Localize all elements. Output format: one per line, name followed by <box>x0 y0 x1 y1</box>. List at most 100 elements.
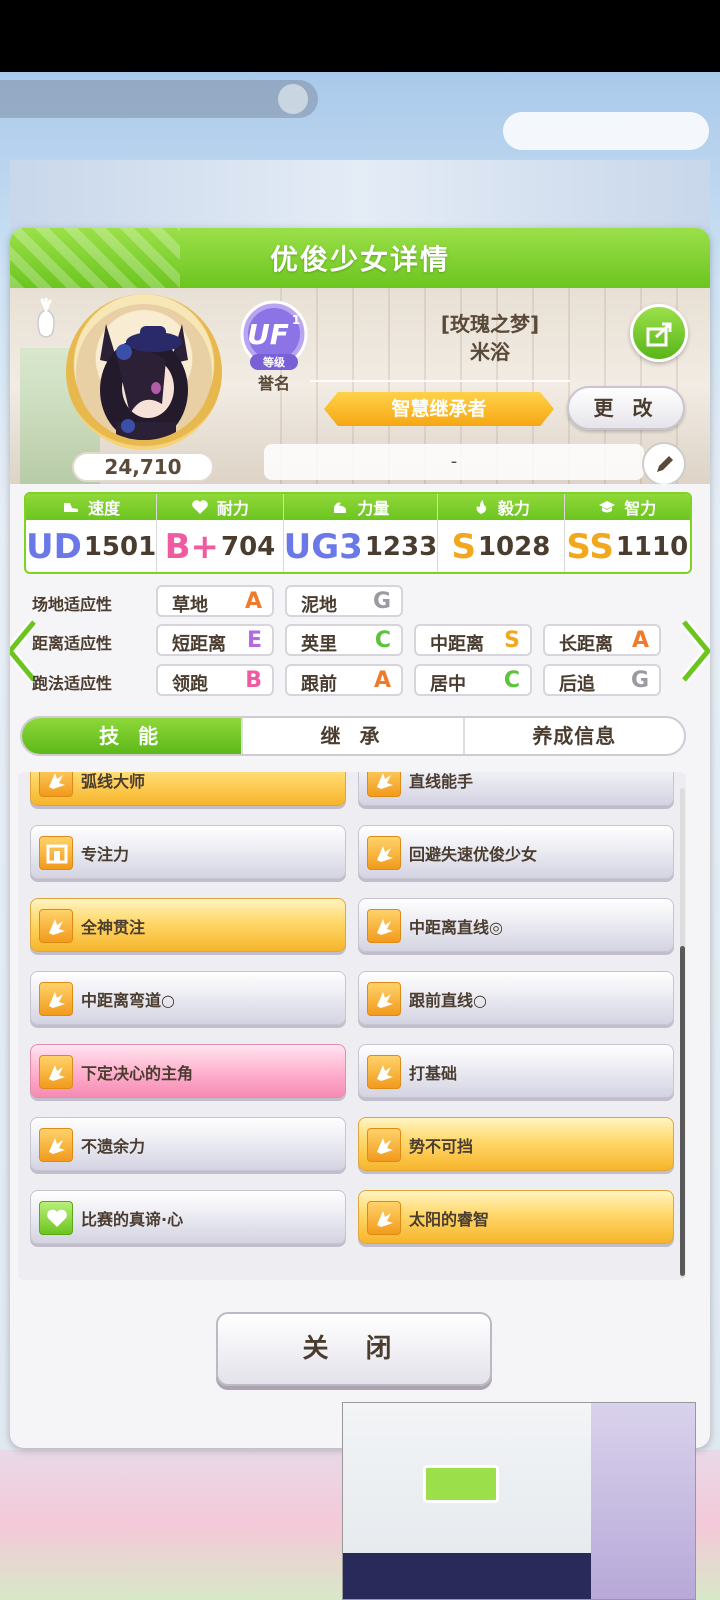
rank-caption: 誉名 <box>257 374 290 393</box>
skill-card[interactable]: 全神贯注 <box>30 898 346 952</box>
svg-text:UF: UF <box>247 318 289 351</box>
skill-card[interactable]: 不遗余力 <box>30 1117 346 1171</box>
carrot-icon <box>37 298 55 338</box>
skill-name: 专注力 <box>81 845 130 864</box>
skill-speed-icon <box>39 982 73 1016</box>
aptitude-cell: 居中 C <box>414 664 532 696</box>
character-name: 米浴 <box>470 340 510 364</box>
aptitude-distance-row: 距离适应性 短距离 E 英里 C 中距离 S 长距离 A <box>10 624 710 658</box>
character-avatar[interactable] <box>76 304 212 440</box>
svg-text:1: 1 <box>292 313 300 327</box>
skill-name: 太阳的睿智 <box>409 1210 490 1229</box>
stat-label: 毅力 <box>497 499 530 518</box>
stat-speed: 速度 UD 1501 <box>26 494 158 572</box>
stat-grade: UD <box>26 527 82 567</box>
skill-speed-icon <box>367 836 401 870</box>
shoe-icon <box>64 503 79 512</box>
skill-speed-icon <box>39 909 73 943</box>
skill-list[interactable]: 弧线大师 直线能手专注力 回避失速优俊少女全神贯注 中距离直线◎ 中距离弯道○ 跟前直线○… <box>18 772 686 1280</box>
dialog-header: 优俊少女详情 <box>10 228 710 288</box>
tab-training-info[interactable]: 养成信息 <box>465 718 684 754</box>
graduation-cap-icon <box>599 501 616 513</box>
change-title-button[interactable]: 更 改 <box>567 386 685 430</box>
skill-scrollbar-thumb[interactable] <box>680 946 685 1276</box>
skill-card[interactable]: 回避失速优俊少女 <box>358 825 674 879</box>
skill-name: 全神贯注 <box>81 918 146 937</box>
stat-value: 1110 <box>615 532 689 562</box>
aptitude-style-row: 跑法适应性 领跑 B 跟前 A 居中 C 后追 G <box>10 664 710 698</box>
skill-speed-icon <box>367 772 401 797</box>
aptitude-cell: 英里 C <box>285 624 403 656</box>
skill-name: 势不可挡 <box>409 1137 474 1156</box>
overlay-chat <box>343 1553 591 1599</box>
aptitude-cell: 领跑 B <box>156 664 274 696</box>
comment-field: - <box>264 444 644 480</box>
name-divider <box>310 380 570 382</box>
aptitude-cell: 短距离 E <box>156 624 274 656</box>
rank-badge-icon: UF 1 等级 <box>240 300 308 370</box>
overlay-logo-icon <box>423 1465 499 1503</box>
skill-card[interactable]: 弧线大师 <box>30 772 346 806</box>
stat-label: 力量 <box>357 499 390 518</box>
skill-speed-icon <box>39 772 73 797</box>
skill-card[interactable]: 比赛的真谛·心 <box>30 1190 346 1244</box>
skill-card[interactable]: 中距离弯道○ <box>30 971 346 1025</box>
tab-inheritance[interactable]: 继 承 <box>243 718 465 754</box>
skill-name: 中距离直线◎ <box>409 918 503 937</box>
skill-name: 跟前直线○ <box>409 991 487 1010</box>
stat-guts: 毅力 S 1028 <box>438 494 565 572</box>
stats-panel: 速度 UD 1501 耐力 B+ 704 力量 UG3 1233 毅力 S 1028 智… <box>24 492 692 574</box>
skill-card[interactable]: 太阳的睿智 <box>358 1190 674 1244</box>
edit-comment-button[interactable] <box>642 442 686 484</box>
svg-text:等级: 等级 <box>262 355 286 369</box>
skill-name: 中距离弯道○ <box>81 991 175 1010</box>
skill-speed-icon <box>367 909 401 943</box>
background-character-strip <box>10 160 710 230</box>
stat-label: 智力 <box>624 499 657 518</box>
skill-name: 弧线大师 <box>81 772 146 791</box>
aptitude-cell: 泥地 G <box>285 585 403 617</box>
aptitude-cell: 长距离 A <box>543 624 661 656</box>
background-mission-bar <box>0 80 318 118</box>
stat-grade: B+ <box>164 527 219 567</box>
uma-detail-dialog: 优俊少女详情 24,710 UF 1 等级 誉名 [玫瑰之梦] 米浴 智慧继承者… <box>10 228 710 1448</box>
pencil-icon <box>657 456 673 472</box>
skill-speed-icon <box>39 1055 73 1089</box>
close-button[interactable]: 关 闭 <box>216 1312 492 1386</box>
stat-grade: UG3 <box>283 527 363 567</box>
aptitude-field-row: 场地适应性 草地 A 泥地 G <box>10 585 710 619</box>
skill-speed-icon <box>367 982 401 1016</box>
flame-icon <box>476 500 487 514</box>
background-info-icon <box>278 84 308 114</box>
skill-card[interactable]: 势不可挡 <box>358 1117 674 1171</box>
share-button[interactable] <box>630 304 688 362</box>
skill-heart-icon <box>39 1201 73 1235</box>
stat-value: 704 <box>220 532 276 562</box>
stat-value: 1501 <box>83 532 157 562</box>
character-nickname: [玫瑰之梦] <box>440 312 540 336</box>
aptitude-cell: 草地 A <box>156 585 274 617</box>
skill-card[interactable]: 专注力 <box>30 825 346 879</box>
skill-speed-icon <box>367 1055 401 1089</box>
skill-gate-icon <box>39 836 73 870</box>
detail-tabs: 技 能 继 承 养成信息 <box>20 716 686 756</box>
stat-label: 速度 <box>88 499 121 518</box>
dialog-title: 优俊少女详情 <box>269 243 450 276</box>
skill-card[interactable]: 打基础 <box>358 1044 674 1098</box>
skill-name: 打基础 <box>409 1064 458 1083</box>
stat-stamina: 耐力 B+ 704 <box>157 494 284 572</box>
skill-card[interactable]: 下定决心的主角 <box>30 1044 346 1098</box>
heart-icon <box>192 500 208 514</box>
skill-speed-icon <box>367 1201 401 1235</box>
video-overlay[interactable] <box>342 1402 696 1600</box>
fan-count: 24,710 <box>72 452 214 482</box>
skill-card[interactable]: 中距离直线◎ <box>358 898 674 952</box>
background-pill-button <box>503 112 709 150</box>
muscle-icon <box>334 502 347 513</box>
aptitude-cell: 跟前 A <box>285 664 403 696</box>
skill-name: 回避失速优俊少女 <box>409 845 538 864</box>
skill-card[interactable]: 直线能手 <box>358 772 674 806</box>
stat-power: 力量 UG3 1233 <box>283 494 439 572</box>
skill-card[interactable]: 跟前直线○ <box>358 971 674 1025</box>
tab-skills[interactable]: 技 能 <box>22 718 244 754</box>
